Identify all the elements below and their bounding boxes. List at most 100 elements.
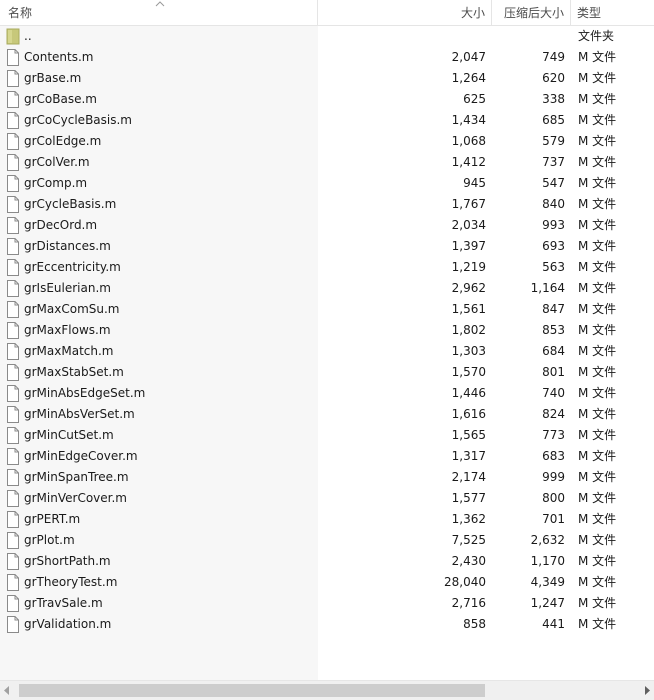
table-row[interactable]: grTravSale.m 2,716 1,247 M 文件 — [0, 593, 654, 614]
table-row[interactable]: grMinCutSet.m 1,565 773 M 文件 — [0, 425, 654, 446]
file-icon — [6, 91, 20, 108]
row-size: 1,397 — [451, 239, 486, 253]
table-row[interactable]: grColEdge.m 1,068 579 M 文件 — [0, 131, 654, 152]
scroll-right-icon[interactable] — [643, 686, 651, 695]
table-row[interactable]: grDecOrd.m 2,034 993 M 文件 — [0, 215, 654, 236]
file-icon — [6, 343, 20, 360]
file-icon — [6, 133, 20, 150]
row-size: 7,525 — [451, 533, 486, 547]
row-name-cell: grMaxMatch.m — [6, 341, 312, 362]
file-icon — [6, 595, 20, 612]
table-row[interactable]: grCoCycleBasis.m 1,434 685 M 文件 — [0, 110, 654, 131]
scroll-left-icon[interactable] — [3, 686, 11, 695]
table-row[interactable]: grPlot.m 7,525 2,632 M 文件 — [0, 530, 654, 551]
row-name: .. — [24, 29, 32, 43]
column-header: 名称 大小 压缩后大小 类型 — [0, 0, 654, 26]
row-name: grMinCutSet.m — [24, 428, 114, 442]
table-row[interactable]: grMaxComSu.m 1,561 847 M 文件 — [0, 299, 654, 320]
table-row[interactable]: grMinAbsEdgeSet.m 1,446 740 M 文件 — [0, 383, 654, 404]
header-compressed-size[interactable]: 压缩后大小 — [492, 0, 571, 25]
row-name: grMinAbsVerSet.m — [24, 407, 135, 421]
file-icon — [6, 532, 20, 549]
row-size: 1,317 — [451, 449, 486, 463]
sort-ascending-icon — [155, 1, 165, 7]
row-type: M 文件 — [578, 554, 617, 568]
row-name: grDecOrd.m — [24, 218, 98, 232]
row-compressed-size: 749 — [542, 50, 565, 64]
file-icon — [6, 301, 20, 318]
table-row[interactable]: grEccentricity.m 1,219 563 M 文件 — [0, 257, 654, 278]
row-compressed-size: 1,247 — [530, 596, 565, 610]
row-size — [318, 26, 486, 47]
row-compressed-size: 801 — [542, 365, 565, 379]
row-size: 625 — [463, 92, 486, 106]
row-type: M 文件 — [578, 197, 617, 211]
row-name: grMinVerCover.m — [24, 491, 127, 505]
header-type[interactable]: 类型 — [571, 0, 654, 25]
row-compressed-size: 1,170 — [530, 554, 565, 568]
table-row[interactable]: grMaxStabSet.m 1,570 801 M 文件 — [0, 362, 654, 383]
file-icon — [6, 469, 20, 486]
row-name-cell: grMaxComSu.m — [6, 299, 312, 320]
row-type: M 文件 — [578, 491, 617, 505]
row-name: grMinSpanTree.m — [24, 470, 129, 484]
row-type: M 文件 — [578, 533, 617, 547]
table-row[interactable]: grTheoryTest.m 28,040 4,349 M 文件 — [0, 572, 654, 593]
row-name-cell: Contents.m — [6, 47, 312, 68]
table-row[interactable]: grComp.m 945 547 M 文件 — [0, 173, 654, 194]
row-compressed-size: 737 — [542, 155, 565, 169]
row-name-cell: grTravSale.m — [6, 593, 312, 614]
row-type: 文件夹 — [578, 29, 615, 43]
row-name: grCoBase.m — [24, 92, 97, 106]
table-row[interactable]: grShortPath.m 2,430 1,170 M 文件 — [0, 551, 654, 572]
table-row[interactable]: Contents.m 2,047 749 M 文件 — [0, 47, 654, 68]
row-type: M 文件 — [578, 176, 617, 190]
row-name: grEccentricity.m — [24, 260, 121, 274]
row-name-cell: grCoCycleBasis.m — [6, 110, 312, 131]
header-size[interactable]: 大小 — [318, 0, 492, 25]
row-name: grMinAbsEdgeSet.m — [24, 386, 146, 400]
row-name-cell: grPERT.m — [6, 509, 312, 530]
table-row[interactable]: grMaxFlows.m 1,802 853 M 文件 — [0, 320, 654, 341]
row-size: 1,412 — [451, 155, 486, 169]
row-size: 1,303 — [451, 344, 486, 358]
row-name-cell: grTheoryTest.m — [6, 572, 312, 593]
horizontal-scrollbar[interactable] — [0, 680, 654, 700]
row-name: grIsEulerian.m — [24, 281, 111, 295]
row-name: grCycleBasis.m — [24, 197, 117, 211]
row-type: M 文件 — [578, 218, 617, 232]
row-size: 858 — [463, 617, 486, 631]
table-row[interactable]: grMinVerCover.m 1,577 800 M 文件 — [0, 488, 654, 509]
table-row[interactable]: grMaxMatch.m 1,303 684 M 文件 — [0, 341, 654, 362]
row-size: 1,616 — [451, 407, 486, 421]
table-row[interactable]: grMinAbsVerSet.m 1,616 824 M 文件 — [0, 404, 654, 425]
table-row[interactable]: grCycleBasis.m 1,767 840 M 文件 — [0, 194, 654, 215]
table-row[interactable]: grIsEulerian.m 2,962 1,164 M 文件 — [0, 278, 654, 299]
row-name: grMinEdgeCover.m — [24, 449, 138, 463]
file-icon — [6, 259, 20, 276]
table-row[interactable]: grDistances.m 1,397 693 M 文件 — [0, 236, 654, 257]
table-row[interactable]: .. 文件夹 — [0, 26, 654, 47]
table-row[interactable]: grPERT.m 1,362 701 M 文件 — [0, 509, 654, 530]
row-compressed-size: 693 — [542, 239, 565, 253]
table-row[interactable]: grBase.m 1,264 620 M 文件 — [0, 68, 654, 89]
row-name-cell: grMinAbsVerSet.m — [6, 404, 312, 425]
row-compressed-size: 4,349 — [530, 575, 565, 589]
row-type: M 文件 — [578, 617, 617, 631]
row-size: 1,577 — [451, 491, 486, 505]
table-row[interactable]: grValidation.m 858 441 M 文件 — [0, 614, 654, 635]
row-compressed-size: 547 — [542, 176, 565, 190]
table-row[interactable]: grCoBase.m 625 338 M 文件 — [0, 89, 654, 110]
scrollbar-thumb[interactable] — [19, 684, 485, 697]
row-name: grValidation.m — [24, 617, 112, 631]
row-size: 2,962 — [451, 281, 486, 295]
table-row[interactable]: grMinSpanTree.m 2,174 999 M 文件 — [0, 467, 654, 488]
file-icon — [6, 511, 20, 528]
row-name: grMaxStabSet.m — [24, 365, 124, 379]
table-row[interactable]: grMinEdgeCover.m 1,317 683 M 文件 — [0, 446, 654, 467]
row-name: grTheoryTest.m — [24, 575, 118, 589]
table-row[interactable]: grColVer.m 1,412 737 M 文件 — [0, 152, 654, 173]
row-size: 2,430 — [451, 554, 486, 568]
row-name-cell: .. — [6, 26, 312, 47]
row-name: grCoCycleBasis.m — [24, 113, 132, 127]
